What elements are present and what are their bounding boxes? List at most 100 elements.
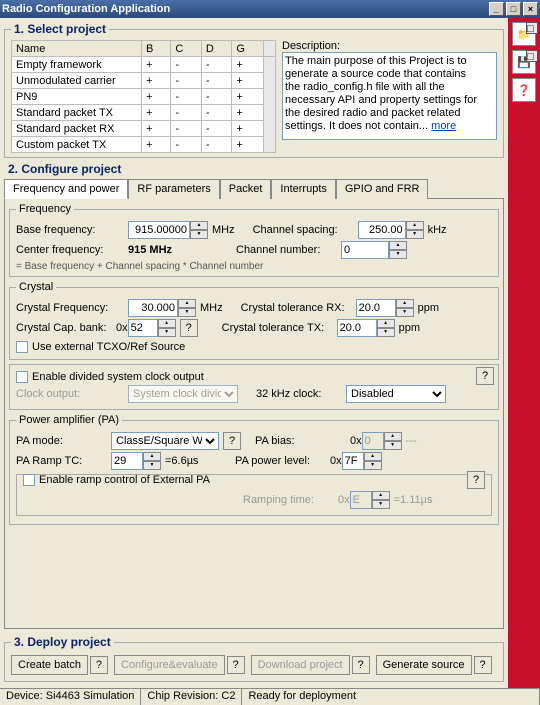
- col-name[interactable]: Name: [12, 41, 142, 57]
- help-icon[interactable]: ❓: [512, 78, 536, 102]
- cfg-eval-help[interactable]: ?: [227, 656, 245, 674]
- ramping-unit: =1.11µs: [394, 494, 433, 506]
- ext-pa-help-button[interactable]: ?: [467, 471, 485, 489]
- pa-ramp-spin[interactable]: ▲▼: [143, 452, 161, 470]
- channel-spacing-spin[interactable]: ▲▼: [406, 221, 424, 239]
- crystal-tol-tx-spin[interactable]: ▲▼: [377, 319, 395, 337]
- status-ready: Ready for deployment: [242, 689, 540, 705]
- clock-help-button[interactable]: ?: [476, 367, 494, 385]
- select-project-section: 1. Select project Name B C D G Empty fra…: [4, 22, 504, 158]
- create-batch-help[interactable]: ?: [90, 656, 108, 674]
- base-freq-spin[interactable]: ▲▼: [190, 221, 208, 239]
- more-link[interactable]: more: [431, 120, 456, 132]
- tab-frequency-power[interactable]: Frequency and power: [4, 179, 128, 199]
- col-c[interactable]: C: [171, 41, 202, 57]
- minimize-button[interactable]: _: [489, 2, 504, 16]
- enable-clock-checkbox[interactable]: [16, 371, 28, 383]
- channel-spacing-label: Channel spacing:: [253, 224, 358, 236]
- table-row[interactable]: Empty framework+--+: [12, 57, 276, 73]
- status-bar: Device: Si4463 Simulation Chip Revision:…: [0, 688, 540, 705]
- table-row[interactable]: Custom packet TX+--+: [12, 137, 276, 153]
- external-tcxo-checkbox[interactable]: [16, 341, 28, 353]
- col-d[interactable]: D: [201, 41, 232, 57]
- side-square-2[interactable]: □: [526, 50, 538, 62]
- frequency-legend: Frequency: [16, 203, 74, 215]
- description-box[interactable]: The main purpose of this Project is to g…: [282, 52, 497, 140]
- close-button[interactable]: ×: [523, 2, 538, 16]
- ramping-spin: ▲▼: [372, 491, 390, 509]
- col-g[interactable]: G: [232, 41, 264, 57]
- table-row[interactable]: Standard packet TX+--+: [12, 105, 276, 121]
- configure-evaluate-button: Configure&evaluate: [114, 655, 225, 675]
- base-freq-input[interactable]: [128, 221, 190, 239]
- channel-number-label: Channel number:: [236, 244, 341, 256]
- crystal-freq-spin[interactable]: ▲▼: [178, 299, 196, 317]
- channel-number-spin[interactable]: ▲▼: [389, 241, 407, 259]
- crystal-freq-input[interactable]: [128, 299, 178, 317]
- pa-ramp-label: PA Ramp TC:: [16, 455, 111, 467]
- pa-ramp-unit: =6.6µs: [165, 455, 235, 467]
- pa-mode-help-button[interactable]: ?: [223, 432, 241, 450]
- base-freq-label: Base frequency:: [16, 224, 128, 236]
- app-title: Radio Configuration Application: [2, 3, 487, 15]
- crystal-tol-rx-spin[interactable]: ▲▼: [396, 299, 414, 317]
- channel-spacing-input[interactable]: [358, 221, 406, 239]
- generate-help[interactable]: ?: [474, 656, 492, 674]
- table-scrollbar[interactable]: [264, 57, 276, 153]
- tab-body: Frequency Base frequency: ▲▼ MHz Channel…: [4, 199, 504, 629]
- crystal-tol-rx-input[interactable]: [356, 299, 396, 317]
- base-freq-unit: MHz: [212, 224, 235, 236]
- crystal-cap-prefix: 0x: [116, 322, 128, 334]
- tab-packet[interactable]: Packet: [220, 179, 272, 199]
- crystal-cap-label: Crystal Cap. bank:: [16, 322, 116, 334]
- table-row[interactable]: Unmodulated carrier+--+: [12, 73, 276, 89]
- enable-clock-label: Enable divided system clock output: [32, 371, 204, 383]
- pa-power-prefix: 0x: [330, 455, 342, 467]
- crystal-tol-tx-unit: ppm: [399, 322, 420, 334]
- crystal-cap-help-button[interactable]: ?: [180, 319, 198, 337]
- crystal-tol-tx-input[interactable]: [337, 319, 377, 337]
- pa-power-label: PA power level:: [235, 455, 330, 467]
- side-square-1[interactable]: □: [526, 22, 538, 34]
- external-tcxo-label: Use external TCXO/Ref Source: [32, 341, 185, 353]
- enable-ext-pa-checkbox[interactable]: [23, 474, 35, 486]
- section1-title: 1. Select project: [11, 22, 109, 36]
- pa-mode-select[interactable]: ClassE/Square W: [111, 432, 219, 450]
- pa-power-input[interactable]: [342, 452, 364, 470]
- pa-bias-prefix: 0x: [350, 435, 362, 447]
- crystal-tol-tx-label: Crystal tolerance TX:: [222, 322, 337, 334]
- pa-power-spin[interactable]: ▲▼: [364, 452, 382, 470]
- generate-source-button[interactable]: Generate source: [376, 655, 472, 675]
- crystal-cap-input[interactable]: [128, 319, 158, 337]
- pa-ramp-input[interactable]: [111, 452, 143, 470]
- table-row[interactable]: PN9+--+: [12, 89, 276, 105]
- maximize-button[interactable]: □: [506, 2, 521, 16]
- enable-ext-pa-label: Enable ramp control of External PA: [39, 474, 210, 486]
- center-freq-label: Center frequency:: [16, 244, 128, 256]
- table-row[interactable]: Standard packet RX+--+: [12, 121, 276, 137]
- crystal-legend: Crystal: [16, 281, 56, 293]
- project-table[interactable]: Name B C D G Empty framework+--+ Unmodul…: [11, 40, 276, 153]
- channel-number-input[interactable]: [341, 241, 389, 259]
- crystal-tol-rx-label: Crystal tolerance RX:: [241, 302, 356, 314]
- channel-spacing-unit: kHz: [428, 224, 447, 236]
- khz-clock-select[interactable]: Disabled: [346, 385, 446, 403]
- tab-gpio-frr[interactable]: GPIO and FRR: [336, 179, 429, 199]
- pa-mode-label: PA mode:: [16, 435, 111, 447]
- tab-rf-parameters[interactable]: RF parameters: [128, 179, 219, 199]
- create-batch-button[interactable]: Create batch: [11, 655, 88, 675]
- description-label: Description:: [282, 40, 340, 52]
- crystal-cap-spin[interactable]: ▲▼: [158, 319, 176, 337]
- col-b[interactable]: B: [142, 41, 171, 57]
- section3-title: 3. Deploy project: [11, 635, 114, 649]
- tab-interrupts[interactable]: Interrupts: [271, 179, 335, 199]
- status-device: Device: Si4463 Simulation: [0, 689, 141, 705]
- crystal-freq-label: Crystal Frequency:: [16, 302, 128, 314]
- ramping-prefix: 0x: [338, 494, 350, 506]
- download-project-button: Download project: [251, 655, 350, 675]
- status-chip: Chip Revision: C2: [141, 689, 242, 705]
- titlebar: Radio Configuration Application _ □ ×: [0, 0, 540, 18]
- tab-bar: Frequency and power RF parameters Packet…: [4, 178, 504, 199]
- right-sidebar: 📁 💾 ❓ □ □: [508, 18, 540, 688]
- download-help[interactable]: ?: [352, 656, 370, 674]
